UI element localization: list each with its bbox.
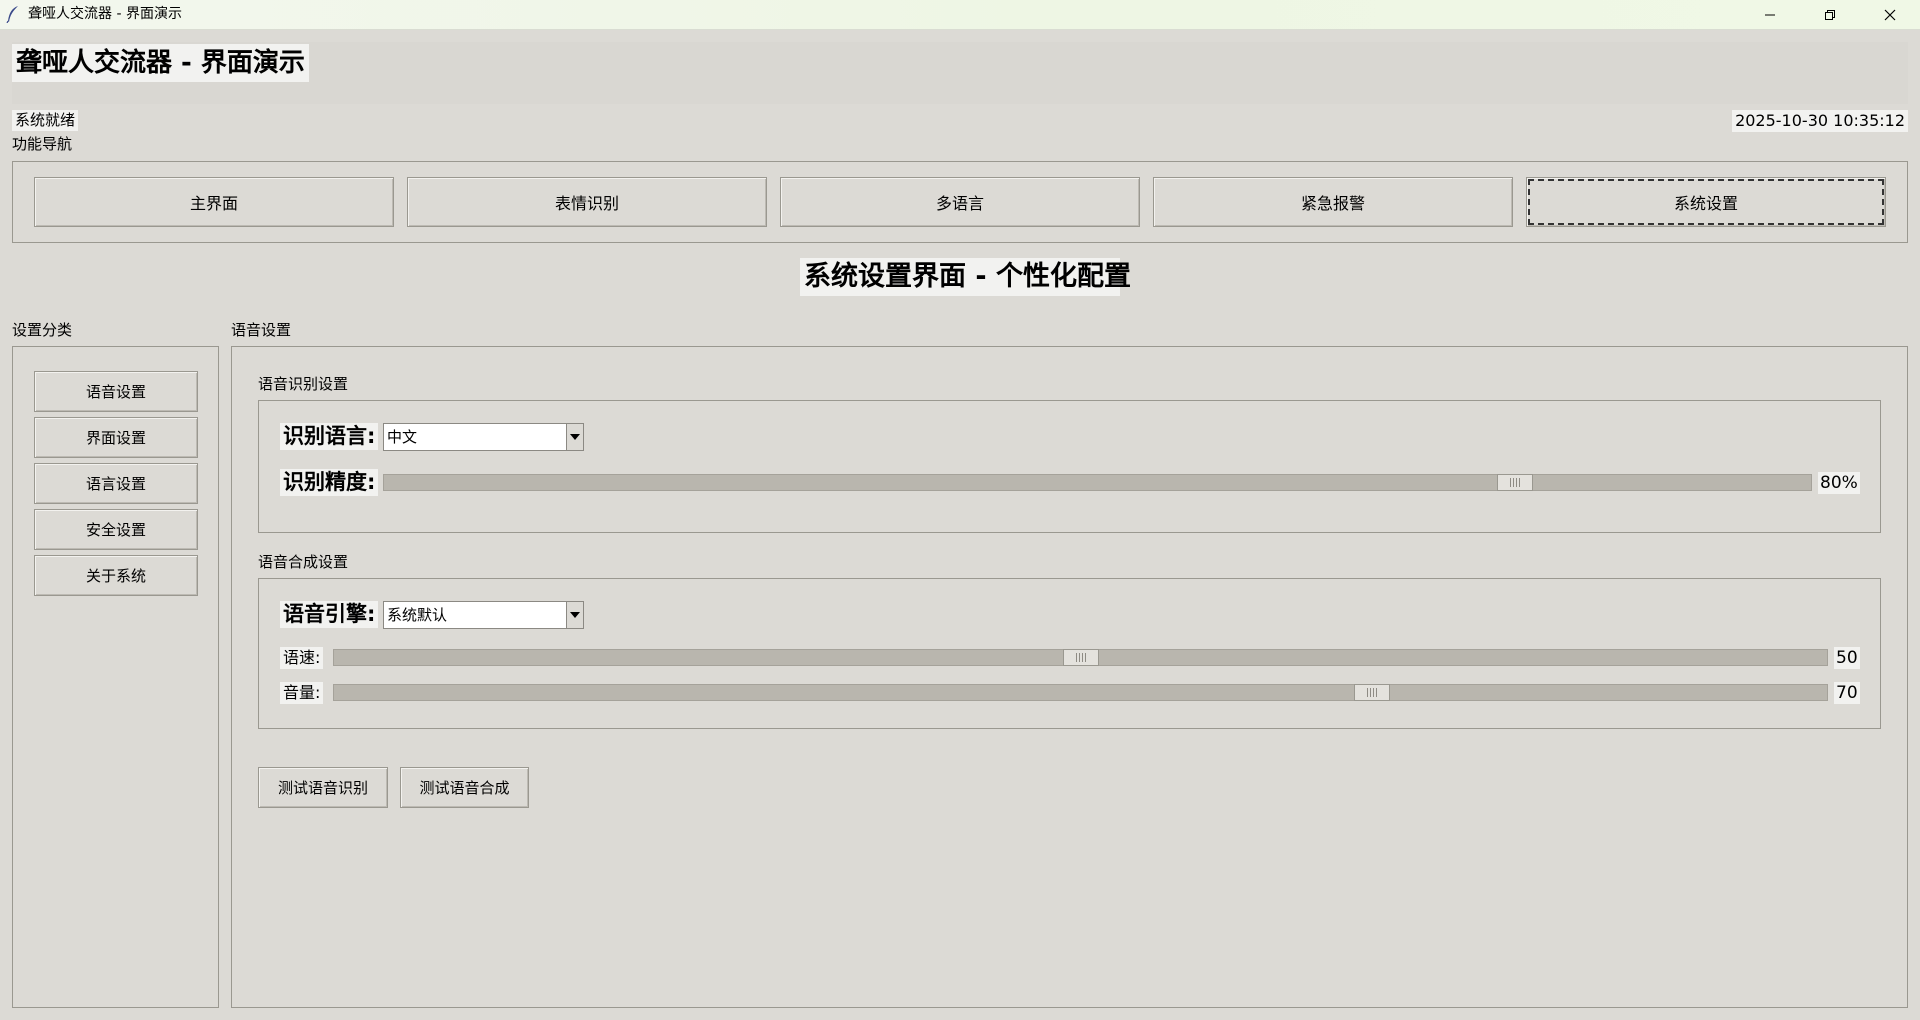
sidebar-item-interface-settings[interactable]: 界面设置	[34, 417, 198, 458]
speech-speed-slider[interactable]	[333, 649, 1828, 666]
minimize-button[interactable]	[1740, 0, 1800, 29]
slider-thumb[interactable]	[1354, 684, 1390, 701]
feather-icon	[6, 6, 18, 23]
recognition-accuracy-label: 识别精度:	[280, 469, 379, 496]
nav-frame: 主界面 表情识别 多语言 紧急报警 系统设置	[12, 161, 1908, 243]
recognition-language-value: 中文	[387, 428, 418, 446]
app-title: 聋哑人交流器 - 界面演示	[12, 44, 309, 82]
datetime-display: 2025-10-30 10:35:12	[1732, 110, 1908, 132]
close-button[interactable]	[1860, 0, 1920, 29]
speech-speed-label: 语速:	[280, 647, 324, 669]
sidebar-label: 设置分类	[12, 321, 73, 339]
recognition-accuracy-value: 80%	[1818, 472, 1860, 494]
page-title: 系统设置界面 - 个性化配置	[800, 258, 1131, 296]
speech-volume-slider[interactable]	[333, 684, 1828, 701]
synthesis-group-label: 语音合成设置	[258, 553, 349, 571]
sidebar-item-voice-settings[interactable]: 语音设置	[34, 371, 198, 412]
dropdown-button[interactable]	[566, 602, 583, 628]
speech-volume-label: 音量:	[280, 682, 324, 704]
tab-emergency-alarm[interactable]: 紧急报警	[1153, 177, 1513, 227]
window-title-bar[interactable]	[0, 0, 1920, 30]
nav-section-label: 功能导航	[12, 135, 73, 153]
speech-volume-value: 70	[1834, 682, 1860, 704]
close-icon	[1884, 9, 1896, 20]
tab-multilanguage[interactable]: 多语言	[780, 177, 1140, 227]
recognition-language-select[interactable]: 中文	[383, 423, 584, 451]
synthesis-engine-value: 系统默认	[387, 606, 448, 624]
slider-thumb[interactable]	[1497, 474, 1533, 491]
speech-speed-value: 50	[1834, 647, 1860, 669]
sidebar-item-security-settings[interactable]: 安全设置	[34, 509, 198, 550]
tab-system-settings[interactable]: 系统设置	[1526, 177, 1886, 227]
recognition-language-label: 识别语言:	[280, 423, 379, 450]
sidebar-frame: 语音设置 界面设置 语言设置 安全设置 关于系统	[12, 346, 219, 1008]
restore-button[interactable]	[1800, 0, 1860, 29]
synthesis-engine-label: 语音引擎:	[280, 601, 379, 628]
recognition-accuracy-slider[interactable]	[383, 474, 1812, 491]
window-title: 聋哑人交流器 - 界面演示	[28, 6, 182, 22]
dropdown-button[interactable]	[566, 424, 583, 450]
tab-expression-recognition[interactable]: 表情识别	[407, 177, 767, 227]
slider-thumb[interactable]	[1063, 649, 1099, 666]
sidebar-item-about[interactable]: 关于系统	[34, 555, 198, 596]
chevron-down-icon	[570, 434, 580, 440]
restore-icon	[1825, 9, 1835, 20]
recognition-group-label: 语音识别设置	[258, 375, 349, 393]
test-speech-recognition-button[interactable]: 测试语音识别	[258, 767, 388, 808]
tab-main[interactable]: 主界面	[34, 177, 394, 227]
minimize-icon	[1765, 14, 1775, 15]
main-panel-label: 语音设置	[231, 321, 292, 339]
sidebar-item-language-settings[interactable]: 语言设置	[34, 463, 198, 504]
synthesis-engine-select[interactable]: 系统默认	[383, 601, 584, 629]
chevron-down-icon	[570, 612, 580, 618]
status-text: 系统就绪	[12, 110, 79, 131]
test-speech-synthesis-button[interactable]: 测试语音合成	[400, 767, 529, 808]
recognition-group	[258, 400, 1881, 533]
